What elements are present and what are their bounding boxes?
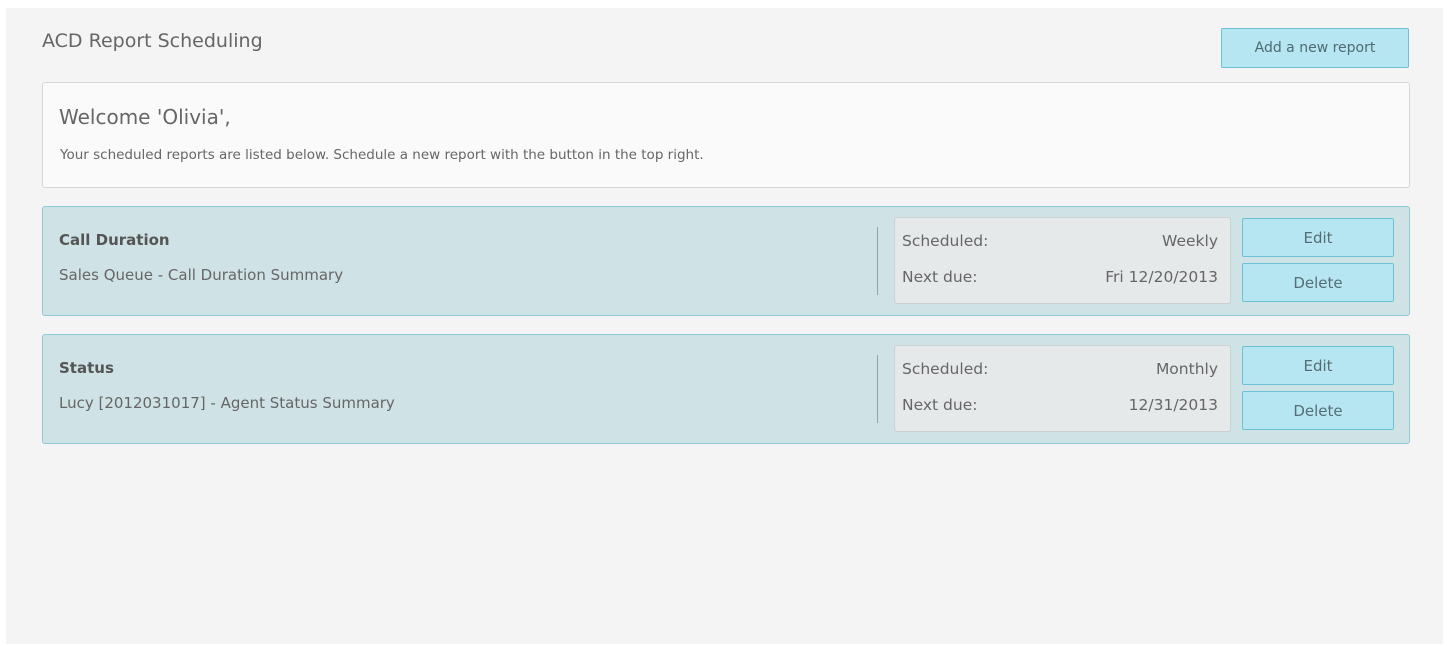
welcome-title: Welcome 'Olivia', — [59, 105, 231, 129]
page-title: ACD Report Scheduling — [42, 30, 263, 52]
divider — [877, 227, 878, 295]
next-due-value: Fri 12/20/2013 — [1105, 268, 1218, 286]
next-due-value: 12/31/2013 — [1128, 396, 1218, 414]
report-description: Lucy [2012031017] - Agent Status Summary — [59, 394, 395, 412]
next-due-label: Next due: — [902, 396, 978, 414]
next-due-row: Next due: 12/31/2013 — [902, 396, 1218, 418]
page-container: ACD Report Scheduling Add a new report W… — [6, 8, 1443, 644]
scheduled-row: Scheduled: Monthly — [902, 360, 1218, 382]
report-card-status: Status Lucy [2012031017] - Agent Status … — [42, 334, 1410, 444]
edit-button[interactable]: Edit — [1242, 346, 1394, 385]
edit-button[interactable]: Edit — [1242, 218, 1394, 257]
scheduled-value: Monthly — [1155, 360, 1218, 378]
schedule-info: Scheduled: Monthly Next due: 12/31/2013 — [894, 345, 1231, 432]
header: ACD Report Scheduling Add a new report — [42, 28, 1409, 70]
next-due-row: Next due: Fri 12/20/2013 — [902, 268, 1218, 290]
scheduled-label: Scheduled: — [902, 360, 989, 378]
report-card-call-duration: Call Duration Sales Queue - Call Duratio… — [42, 206, 1410, 316]
welcome-text: Your scheduled reports are listed below.… — [60, 147, 704, 163]
scheduled-value: Weekly — [1162, 232, 1218, 250]
report-title: Call Duration — [59, 231, 170, 249]
welcome-panel: Welcome 'Olivia', Your scheduled reports… — [42, 82, 1410, 188]
schedule-info: Scheduled: Weekly Next due: Fri 12/20/20… — [894, 217, 1231, 304]
scheduled-label: Scheduled: — [902, 232, 989, 250]
delete-button[interactable]: Delete — [1242, 263, 1394, 302]
report-title: Status — [59, 359, 114, 377]
delete-button[interactable]: Delete — [1242, 391, 1394, 430]
next-due-label: Next due: — [902, 268, 978, 286]
report-description: Sales Queue - Call Duration Summary — [59, 266, 344, 284]
scheduled-row: Scheduled: Weekly — [902, 232, 1218, 254]
add-new-report-button[interactable]: Add a new report — [1221, 28, 1409, 68]
divider — [877, 355, 878, 423]
